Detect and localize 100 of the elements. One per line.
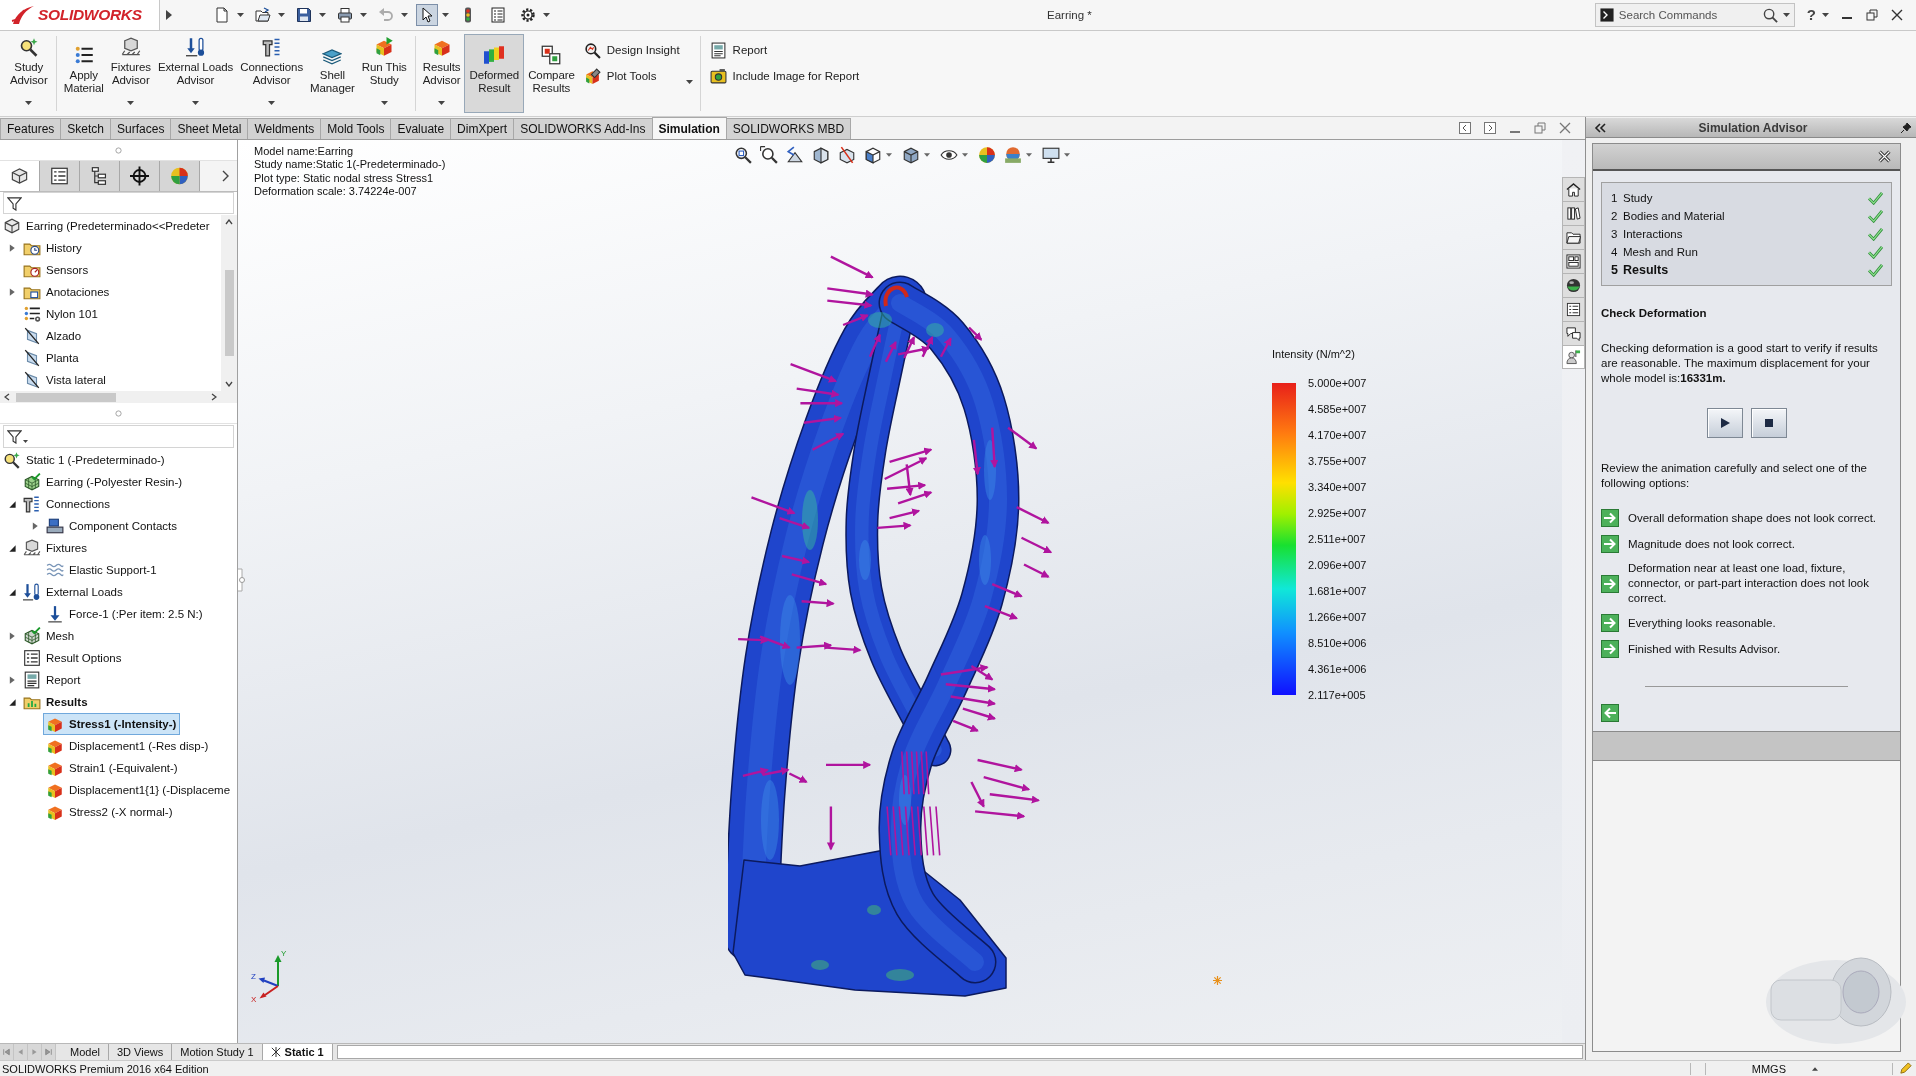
command-tab[interactable]: Features — [0, 118, 62, 139]
filter-field[interactable] — [3, 192, 234, 214]
scrollbar-thumb[interactable] — [16, 392, 116, 402]
person-flag-icon[interactable] — [1562, 345, 1585, 369]
deformed-result-button[interactable]: Deformed Result — [464, 34, 525, 113]
plot-tools-button[interactable]: Plot Tools — [581, 66, 682, 86]
tree-item[interactable]: Static 1 (-Predeterminado-) — [0, 449, 169, 471]
tree-item[interactable]: Connections — [20, 493, 114, 515]
caret-icon[interactable] — [380, 101, 388, 105]
advisor-option[interactable]: Everything looks reasonable. — [1628, 615, 1776, 631]
tree-item[interactable]: Fixtures — [20, 537, 91, 559]
caret-icon[interactable] — [25, 101, 33, 105]
arrow-right-icon[interactable] — [211, 393, 217, 401]
tile-left-icon[interactable] — [1459, 122, 1471, 134]
caret-icon[interactable] — [237, 13, 244, 17]
design-insight-button[interactable]: Design Insight — [581, 40, 682, 60]
caret-icon[interactable] — [192, 101, 200, 105]
report-button[interactable]: Report — [707, 40, 862, 60]
caret-icon[interactable] — [278, 13, 285, 17]
color-wheel-icon[interactable] — [978, 146, 996, 164]
compare-results-button[interactable]: Compare Results — [525, 34, 578, 113]
splitter-grip-icon[interactable] — [115, 146, 122, 154]
annotation-view-icon[interactable] — [838, 146, 856, 164]
horizontal-scrollbar[interactable] — [0, 391, 237, 403]
advisor-step[interactable]: 5 Results — [1611, 261, 1883, 279]
command-tab[interactable]: Sheet Metal — [170, 118, 249, 139]
external-loads-advisor-button[interactable]: External Loads Advisor — [154, 34, 237, 113]
scene-icon[interactable] — [1004, 146, 1022, 164]
run-study-button[interactable]: Run This Study — [358, 34, 410, 113]
folder-icon[interactable] — [1562, 225, 1585, 249]
advisor-step[interactable]: 3 Interactions — [1611, 225, 1883, 243]
section-view-icon[interactable] — [812, 146, 830, 164]
advisor-option[interactable]: Finished with Results Advisor. — [1628, 641, 1781, 657]
caret-icon[interactable] — [924, 153, 930, 157]
caret-down-icon[interactable] — [7, 697, 17, 707]
advisor-step[interactable]: 4 Mesh and Run — [1611, 243, 1883, 261]
horizontal-scrollbar[interactable] — [336, 1045, 1583, 1059]
caret-right-icon[interactable] — [7, 675, 17, 685]
chat-icon[interactable] — [1562, 321, 1585, 345]
cube-icon[interactable] — [0, 161, 40, 191]
logo-panel[interactable]: SOLIDWORKS — [0, 0, 160, 31]
tree-item[interactable]: Component Contacts — [43, 515, 182, 537]
list-icon[interactable] — [40, 161, 80, 191]
tree-item[interactable]: Earring (-Polyester Resin-) — [20, 471, 187, 493]
filter-field[interactable] — [3, 425, 234, 448]
caret-icon[interactable] — [962, 153, 968, 157]
scrollbar-thumb[interactable] — [224, 270, 234, 356]
arrow-left-icon[interactable] — [1601, 704, 1619, 722]
arrow-right-icon[interactable] — [1601, 535, 1619, 553]
include-image-button[interactable]: Include Image for Report — [707, 66, 862, 86]
search-box[interactable]: Search Commands — [1594, 3, 1795, 27]
monitor-icon[interactable] — [1042, 146, 1060, 164]
caret-right-icon[interactable] — [7, 631, 17, 641]
caret-icon[interactable] — [442, 13, 449, 17]
books-icon[interactable] — [1562, 201, 1585, 225]
advisor-option[interactable]: Overall deformation shape does not look correct. — [1628, 510, 1877, 526]
close-icon[interactable] — [1891, 9, 1903, 21]
cube-view-icon[interactable] — [864, 146, 882, 164]
pencil-icon[interactable] — [1899, 1062, 1912, 1075]
caret-icon[interactable] — [1064, 153, 1070, 157]
command-tab[interactable]: DimXpert — [450, 118, 515, 139]
caret-icon[interactable] — [886, 153, 892, 157]
apply-material-button[interactable]: Apply Material — [60, 34, 107, 113]
double-chevron-left-icon[interactable] — [1594, 122, 1606, 133]
caret-icon[interactable] — [127, 101, 135, 105]
search-icon[interactable] — [1762, 7, 1778, 23]
tree-item[interactable]: Stress2 (-X normal-) — [43, 801, 177, 823]
tree-item[interactable]: Planta — [20, 347, 83, 369]
caret-icon[interactable] — [360, 13, 367, 17]
tree-item[interactable]: Mesh — [20, 625, 79, 647]
previous-view-icon[interactable] — [786, 146, 804, 164]
tree-item[interactable]: Anotaciones — [20, 281, 114, 303]
command-tab[interactable]: Evaluate — [390, 118, 452, 139]
play-button[interactable] — [1706, 408, 1743, 438]
color-wheel-icon[interactable] — [160, 161, 200, 191]
tree-item[interactable]: Vista lateral — [20, 369, 110, 391]
arrow-right-icon[interactable] — [1601, 640, 1619, 658]
caret-icon[interactable] — [438, 101, 446, 105]
close-icon[interactable] — [1878, 150, 1891, 163]
arrow-right-icon[interactable] — [1601, 574, 1619, 593]
tree-item[interactable]: Strain1 (-Equivalent-) — [43, 757, 182, 779]
arrow-down-icon[interactable] — [225, 381, 233, 387]
tree-item[interactable]: Report — [20, 669, 85, 691]
arrow-right-icon[interactable] — [1601, 509, 1619, 527]
caret-up-icon[interactable] — [1812, 1066, 1818, 1071]
cursor-icon[interactable] — [416, 4, 438, 26]
tree-item[interactable]: Earring (Predeterminado<<Predeter — [0, 215, 214, 237]
hierarchy-icon[interactable] — [80, 161, 120, 191]
tree-item[interactable]: Stress1 (-Intensity-) — [43, 713, 181, 735]
tree-item[interactable]: Elastic Support-1 — [43, 559, 161, 581]
command-tab[interactable]: Simulation — [651, 117, 727, 139]
vertical-scrollbar[interactable] — [221, 215, 237, 391]
tree-item[interactable]: Displacement1 (-Res disp-) — [43, 735, 213, 757]
caret-down-icon[interactable] — [7, 543, 17, 553]
flyout-arrow-icon[interactable] — [165, 9, 173, 21]
list-icon[interactable] — [1562, 297, 1585, 321]
splitter-grip-icon[interactable] — [238, 568, 246, 592]
command-tab[interactable]: Sketch — [60, 118, 112, 139]
caret-icon[interactable] — [1822, 13, 1829, 17]
home-icon[interactable] — [1562, 177, 1585, 201]
